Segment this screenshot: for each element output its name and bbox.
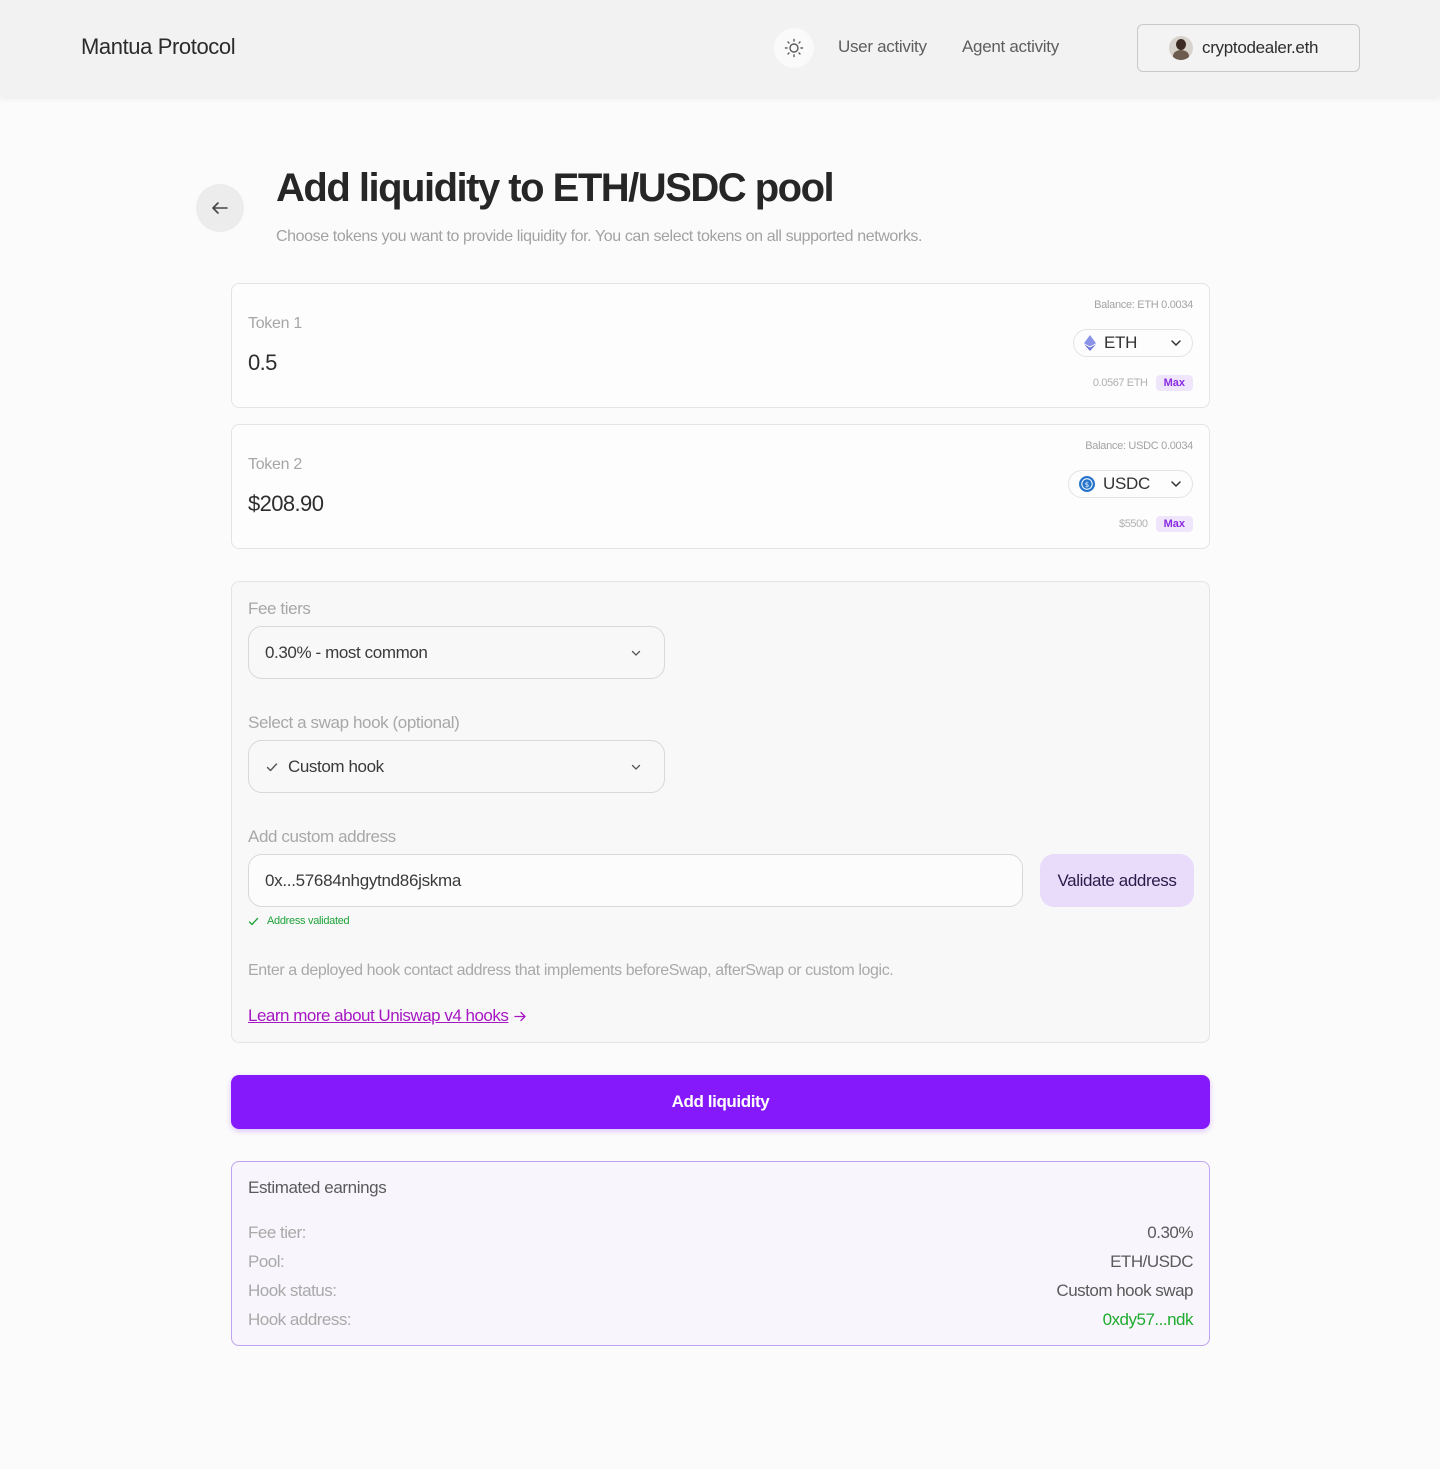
nav-user-activity[interactable]: User activity [838,37,927,57]
chevron-down-icon [631,764,641,770]
token-1-card: Token 1 0.5 Balance: ETH 0.0034 ETH 0.05… [231,283,1210,408]
token-1-select[interactable]: ETH [1073,329,1193,357]
page-subtitle: Choose tokens you want to provide liquid… [276,228,923,245]
sun-icon [784,38,804,58]
check-icon [248,917,259,925]
wallet-button[interactable]: cryptodealer.eth [1137,24,1360,72]
earnings-key: Hook address: [248,1310,352,1329]
token-2-symbol: USDC [1103,474,1150,493]
page-title: Add liquidity to ETH/USDC pool [276,166,835,210]
token-2-label: Token 2 [248,456,302,473]
token-1-sub-value: 0.0567 ETH [1092,377,1148,389]
token-1-balance: Balance: ETH 0.0034 [1094,299,1193,311]
token-1-sub: 0.0567 ETH Max [1093,375,1193,391]
address-validated-status: Address validated [248,915,350,927]
brand-logo[interactable]: Mantua Protocol [81,34,236,60]
check-icon [266,762,278,771]
chevron-down-icon [1171,340,1181,347]
arrow-right-icon [514,1011,527,1021]
earnings-row: Pool: ETH/USDC [248,1252,1193,1272]
nav-agent-activity[interactable]: Agent activity [962,37,1059,57]
custom-address-input[interactable] [248,854,1023,907]
fee-tiers-label: Fee tiers [248,599,311,618]
earnings-row: Hook address: 0xdy57...ndk [248,1310,1194,1330]
add-liquidity-button[interactable]: Add liquidity [231,1075,1210,1129]
fee-tier-select[interactable]: 0.30% - most common [248,626,665,679]
chevron-down-icon [1171,481,1181,488]
svg-text:$: $ [1085,481,1089,489]
arrow-left-icon [212,202,228,214]
wallet-name: cryptodealer.eth [1202,38,1319,57]
earnings-value: Custom hook swap [1056,1281,1193,1300]
learn-more-text: Learn more about Uniswap v4 hooks [248,1006,509,1025]
theme-toggle-button[interactable] [774,28,814,68]
swap-hook-value: Custom hook [288,756,384,776]
hook-address-value[interactable]: 0xdy57...ndk [1103,1310,1194,1330]
ethereum-icon [1084,335,1096,351]
address-validated-text: Address validated [267,915,350,927]
chevron-down-icon [631,650,641,656]
hook-hint: Enter a deployed hook contact address th… [248,962,894,979]
token-2-max-button[interactable]: Max [1155,516,1193,532]
estimated-earnings-card: Estimated earnings Fee tier: 0.30% Pool:… [231,1161,1210,1346]
custom-address-label: Add custom address [248,827,396,846]
earnings-title: Estimated earnings [248,1178,387,1197]
swap-hook-label: Select a swap hook (optional) [248,713,460,732]
swap-hook-select[interactable]: Custom hook [248,740,665,793]
earnings-value: 0.30% [1147,1223,1193,1242]
earnings-row: Fee tier: 0.30% [248,1223,1193,1243]
token-2-balance: Balance: USDC 0.0034 [1085,440,1193,452]
back-button[interactable] [196,184,244,232]
token-2-select[interactable]: $ USDC [1068,470,1193,498]
token-1-amount[interactable]: 0.5 [248,350,277,376]
pool-settings-panel: Fee tiers 0.30% - most common Select a s… [231,581,1210,1043]
token-1-max-button[interactable]: Max [1155,375,1193,391]
validate-address-button[interactable]: Validate address [1040,854,1194,907]
earnings-key: Fee tier: [248,1223,306,1242]
avatar [1169,36,1193,60]
token-2-card: Token 2 $208.90 Balance: USDC 0.0034 $ U… [231,424,1210,549]
earnings-key: Hook status: [248,1281,337,1300]
token-2-sub-value: $5500 [1119,518,1148,530]
earnings-value: ETH/USDC [1110,1252,1193,1271]
earnings-row: Hook status: Custom hook swap [248,1281,1193,1301]
token-2-amount[interactable]: $208.90 [248,491,324,517]
top-header: Mantua Protocol User activity Agent acti… [0,0,1440,97]
token-1-label: Token 1 [248,315,302,332]
token-1-symbol: ETH [1104,333,1138,352]
token-2-sub: $5500 Max [1119,516,1193,532]
earnings-key: Pool: [248,1252,285,1271]
usdc-icon: $ [1079,476,1095,492]
fee-tier-value: 0.30% - most common [265,642,428,662]
learn-more-link[interactable]: Learn more about Uniswap v4 hooks [248,1006,527,1026]
